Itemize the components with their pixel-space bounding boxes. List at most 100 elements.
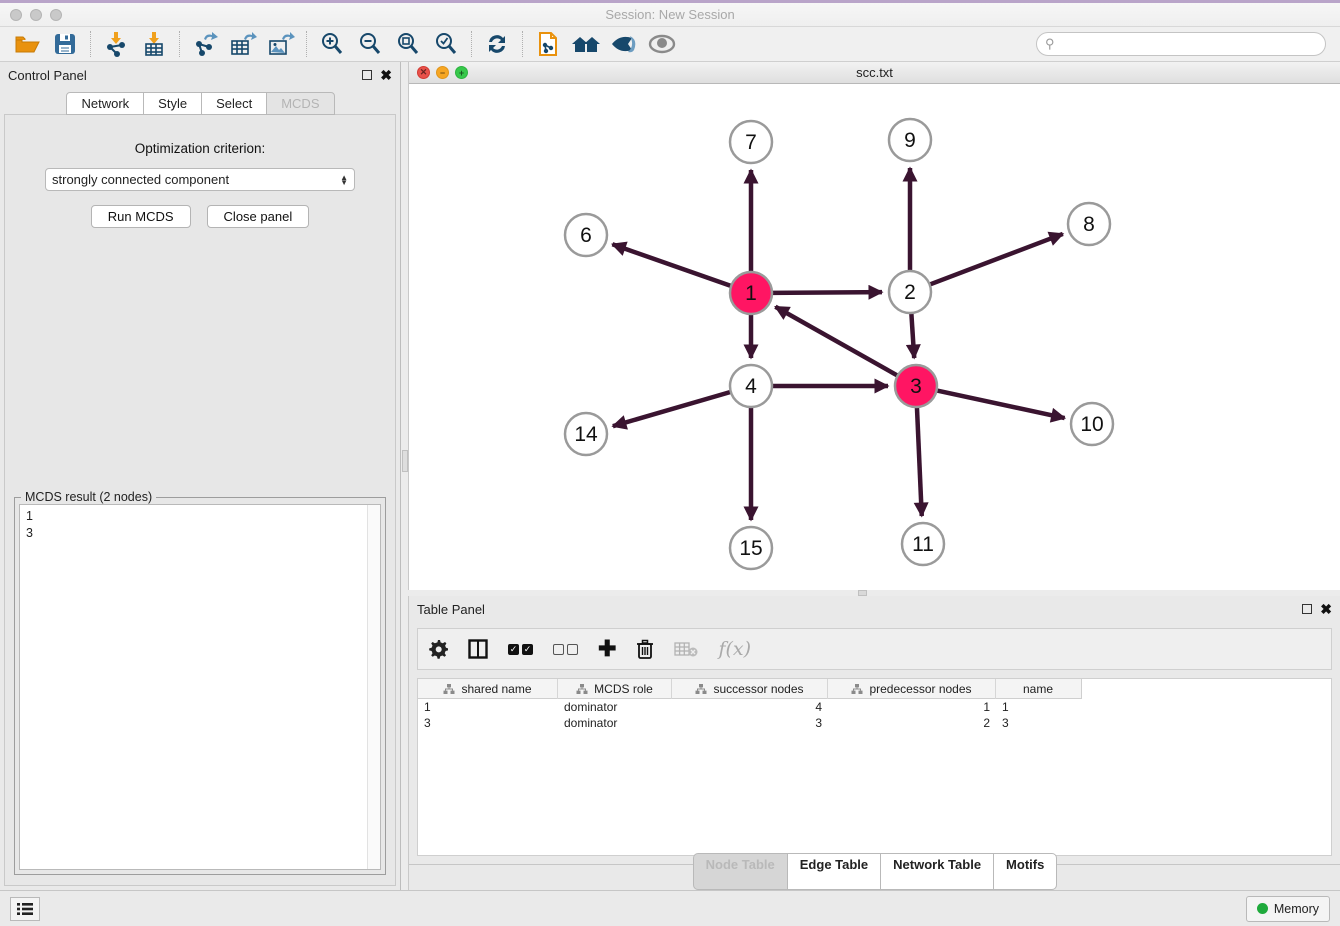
table-row[interactable]: 1dominator411 bbox=[418, 699, 1331, 715]
import-table-button[interactable] bbox=[135, 29, 173, 59]
splitter-handle[interactable] bbox=[402, 450, 408, 472]
zoom-out-button[interactable] bbox=[351, 29, 389, 59]
add-column-button[interactable]: ✚ bbox=[598, 639, 616, 659]
table-cell[interactable]: 1 bbox=[996, 700, 1080, 714]
tab-select[interactable]: Select bbox=[201, 92, 267, 115]
column-selector-button[interactable] bbox=[468, 639, 488, 659]
delete-table-button[interactable] bbox=[674, 641, 698, 657]
import-network-button[interactable] bbox=[97, 29, 135, 59]
network-canvas[interactable]: 1234678910111415 bbox=[409, 84, 1340, 590]
close-panel-button[interactable]: Close panel bbox=[207, 205, 310, 228]
search-input[interactable] bbox=[1060, 37, 1317, 51]
mcds-panel-body: Optimization criterion: strongly connect… bbox=[4, 114, 396, 886]
table-cell[interactable]: 1 bbox=[418, 700, 558, 714]
run-mcds-button[interactable]: Run MCDS bbox=[91, 205, 191, 228]
column-header-name[interactable]: name bbox=[996, 679, 1080, 699]
deselect-all-button[interactable] bbox=[553, 644, 578, 655]
column-header-successor-nodes[interactable]: successor nodes bbox=[672, 679, 828, 699]
delete-column-button[interactable] bbox=[636, 639, 654, 659]
export-image-button[interactable] bbox=[262, 29, 300, 59]
tab-motifs[interactable]: Motifs bbox=[993, 853, 1057, 890]
network-titlebar[interactable]: ✕ − + scc.txt bbox=[409, 62, 1340, 84]
table-cell[interactable]: 3 bbox=[418, 716, 558, 730]
table-settings-button[interactable] bbox=[428, 639, 448, 659]
export-image-icon bbox=[268, 31, 295, 57]
hide-panels-button[interactable] bbox=[643, 29, 681, 59]
table-cell[interactable]: 2 bbox=[828, 716, 996, 730]
zoom-in-button[interactable] bbox=[313, 29, 351, 59]
table-header-row: shared nameMCDS rolesuccessor nodesprede… bbox=[418, 679, 1082, 699]
graph-edge-3-1[interactable] bbox=[775, 307, 897, 376]
optimization-criterion-select[interactable]: strongly connected component ▲▼ bbox=[45, 168, 355, 191]
zoom-selected-button[interactable] bbox=[427, 29, 465, 59]
export-table-icon bbox=[230, 31, 257, 57]
graph-edge-3-10[interactable] bbox=[937, 390, 1065, 418]
float-panel-icon[interactable] bbox=[362, 70, 372, 80]
graph-edge-1-6[interactable] bbox=[612, 244, 731, 286]
tab-node-table[interactable]: Node Table bbox=[693, 853, 788, 890]
cyndex-button[interactable] bbox=[605, 29, 643, 59]
column-header-MCDS-role[interactable]: MCDS role bbox=[558, 679, 672, 699]
select-all-button[interactable]: ✓✓ bbox=[508, 644, 533, 655]
optimization-criterion-label: Optimization criterion: bbox=[135, 141, 266, 156]
search-field[interactable]: ⚲ bbox=[1036, 32, 1326, 56]
graph-edge-3-11[interactable] bbox=[917, 407, 922, 516]
task-history-button[interactable] bbox=[10, 897, 40, 921]
tab-style[interactable]: Style bbox=[143, 92, 202, 115]
clone-network-icon bbox=[536, 31, 560, 57]
graph-edge-2-3[interactable] bbox=[911, 313, 914, 358]
column-header-predecessor-nodes[interactable]: predecessor nodes bbox=[828, 679, 996, 699]
horizontal-splitter[interactable] bbox=[408, 590, 1340, 596]
mcds-result-text[interactable]: 1 3 bbox=[19, 504, 381, 870]
memory-button[interactable]: Memory bbox=[1246, 896, 1330, 922]
select-chevrons-icon: ▲▼ bbox=[340, 175, 348, 185]
table-cell[interactable]: dominator bbox=[558, 700, 672, 714]
open-session-button[interactable] bbox=[8, 29, 46, 59]
network-title: scc.txt bbox=[409, 65, 1340, 80]
table-panel: Table Panel ✖ ✓✓ ✚ bbox=[408, 596, 1340, 890]
table-cell[interactable]: 4 bbox=[672, 700, 828, 714]
column-header-shared-name[interactable]: shared name bbox=[418, 679, 558, 699]
table-cell[interactable]: dominator bbox=[558, 716, 672, 730]
table-cell[interactable]: 3 bbox=[672, 716, 828, 730]
graph-node-label-9: 9 bbox=[904, 129, 916, 152]
control-panel: Control Panel ✖ Network Style Select MCD… bbox=[0, 62, 400, 890]
vertical-splitter[interactable] bbox=[400, 62, 408, 890]
zoom-fit-button[interactable] bbox=[389, 29, 427, 59]
eye-icon bbox=[648, 34, 676, 54]
table-row[interactable]: 3dominator323 bbox=[418, 715, 1331, 731]
tab-mcds[interactable]: MCDS bbox=[266, 92, 334, 115]
home-button[interactable] bbox=[567, 29, 605, 59]
node-table: shared nameMCDS rolesuccessor nodesprede… bbox=[417, 678, 1332, 856]
export-network-button[interactable] bbox=[186, 29, 224, 59]
float-panel-icon[interactable] bbox=[1302, 604, 1312, 614]
tab-edge-table[interactable]: Edge Table bbox=[787, 853, 881, 890]
table-cell[interactable]: 1 bbox=[828, 700, 996, 714]
home-icon bbox=[571, 33, 601, 55]
table-tabs-bar: Node Table Edge Table Network Table Moti… bbox=[409, 864, 1340, 890]
graph-edge-4-14[interactable] bbox=[613, 392, 731, 426]
mcds-result-title: MCDS result (2 nodes) bbox=[21, 490, 156, 504]
mcds-result-scrollbar[interactable] bbox=[367, 505, 380, 869]
function-builder-button[interactable]: f(x) bbox=[718, 638, 751, 660]
clone-network-button[interactable] bbox=[529, 29, 567, 59]
graph-edge-1-2[interactable] bbox=[772, 292, 882, 293]
network-graph[interactable]: 1234678910111415 bbox=[409, 84, 1340, 587]
export-table-button[interactable] bbox=[224, 29, 262, 59]
gear-icon bbox=[428, 639, 448, 659]
tab-network-table[interactable]: Network Table bbox=[880, 853, 994, 890]
table-cell[interactable]: 3 bbox=[996, 716, 1080, 730]
save-session-button[interactable] bbox=[46, 29, 84, 59]
save-icon bbox=[54, 33, 76, 55]
main-titlebar: Session: New Session bbox=[0, 3, 1340, 27]
refresh-button[interactable] bbox=[478, 29, 516, 59]
tab-network[interactable]: Network bbox=[66, 92, 144, 115]
toolbar-separator bbox=[522, 31, 523, 57]
close-panel-icon[interactable]: ✖ bbox=[380, 70, 392, 80]
splitter-handle[interactable] bbox=[858, 590, 867, 596]
hierarchy-icon bbox=[443, 683, 455, 695]
checked-box-icon: ✓ bbox=[522, 644, 533, 655]
graph-edge-2-8[interactable] bbox=[930, 234, 1063, 285]
close-panel-icon[interactable]: ✖ bbox=[1320, 604, 1332, 614]
toolbar-separator bbox=[306, 31, 307, 57]
